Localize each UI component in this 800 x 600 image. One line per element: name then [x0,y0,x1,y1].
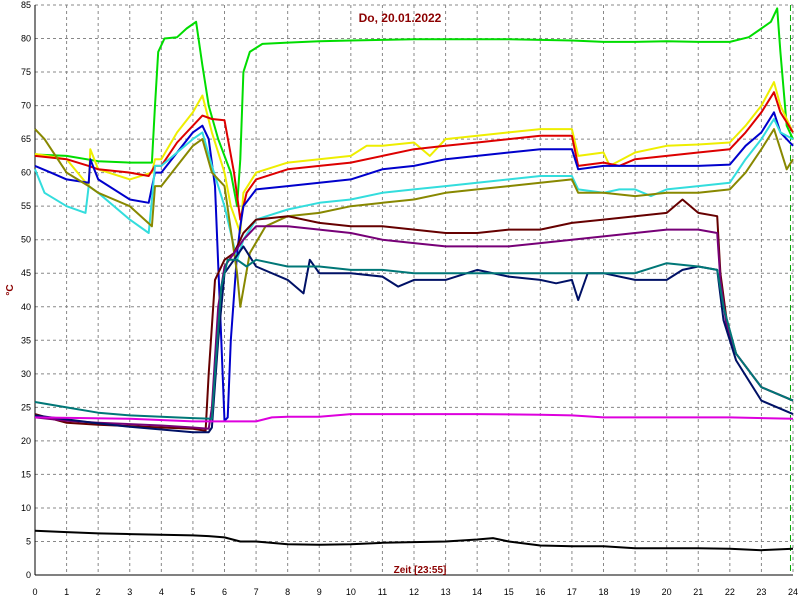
series-line-5 [34,118,794,261]
y-tick-label: 20 [21,436,31,446]
x-tick-label: 5 [190,587,195,597]
y-axis-label: °C [5,284,16,295]
x-tick-label: 2 [96,587,101,597]
x-tick-label: 1 [64,587,69,597]
y-tick-label: 65 [21,134,31,144]
x-tick-label: 10 [346,587,356,597]
y-tick-label: 60 [21,168,31,178]
y-tick-label: 0 [26,570,31,580]
x-tick-label: 17 [567,587,577,597]
y-tick-label: 50 [21,235,31,245]
chart-title: Do, 20.01.2022 [359,11,442,25]
x-tick-label: 4 [159,587,164,597]
x-tick-label: 7 [254,587,259,597]
y-tick-label: 70 [21,101,31,111]
x-tick-label: 6 [222,587,227,597]
y-tick-label: 45 [21,268,31,278]
x-tick-label: 22 [725,587,735,597]
y-tick-label: 5 [26,536,31,546]
y-tick-label: 75 [21,67,31,77]
x-tick-label: 9 [317,587,322,597]
y-tick-label: 10 [21,503,31,513]
x-axis-label: Zeit [23:55] [394,565,447,576]
x-tick-label: 16 [535,587,545,597]
chart-grid [35,4,794,575]
x-tick-label: 14 [472,587,482,597]
x-tick-label: 18 [598,587,608,597]
x-tick-label: 19 [630,587,640,597]
y-tick-label: 40 [21,302,31,312]
x-tick-label: 11 [378,587,387,597]
x-tick-label: 13 [441,587,451,597]
x-tick-label: 21 [693,587,703,597]
x-tick-label: 20 [662,587,672,597]
x-tick-label: 0 [32,587,37,597]
y-tick-label: 55 [21,201,31,211]
y-tick-label: 35 [21,335,31,345]
x-tick-label: 15 [504,587,514,597]
x-tick-label: 24 [788,587,798,597]
y-tick-label: 85 [21,0,31,10]
y-tick-label: 25 [21,402,31,412]
line-chart: 0 1 2 3 4 5 6 7 8 9 10 11 12 13 14 15 16 17 18 19 20 21 22 23 24… [5,0,798,597]
series-line-4 [34,111,794,422]
x-tick-label: 12 [409,587,419,597]
y-tick-label: 30 [21,369,31,379]
y-tick-label: 15 [21,469,31,479]
series-line-8 [34,225,794,430]
x-tick-label: 8 [285,587,290,597]
x-tick-label: 23 [756,587,766,597]
y-tick-label: 80 [21,34,31,44]
x-tick-label: 3 [127,587,132,597]
series-line-9 [34,245,794,434]
